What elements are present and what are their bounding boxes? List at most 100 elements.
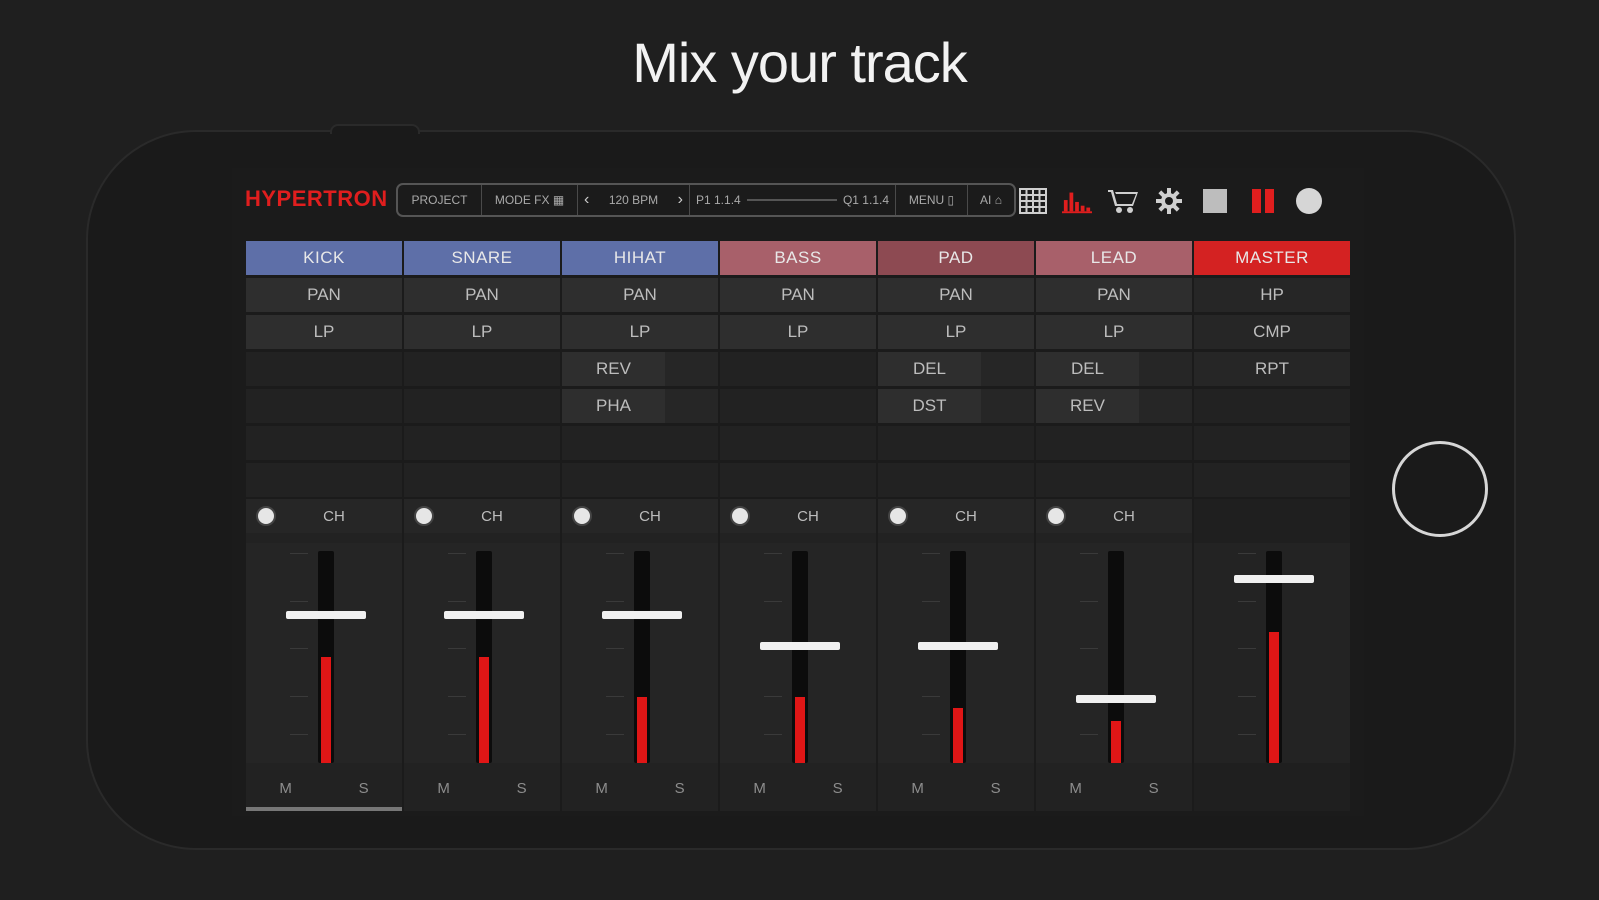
fx-slot-empty[interactable] — [720, 389, 876, 423]
mute-button[interactable]: M — [437, 780, 450, 797]
fx-slot-cmp[interactable]: CMP — [1194, 315, 1350, 349]
fx-slot-empty[interactable] — [404, 352, 560, 386]
solo-button[interactable]: S — [675, 780, 685, 797]
fx-slot-empty[interactable] — [878, 426, 1034, 460]
channel-label[interactable]: CH — [592, 508, 708, 525]
pan-knob[interactable] — [888, 506, 908, 526]
track-header-bass[interactable]: BASS — [720, 241, 876, 275]
fx-slot-empty[interactable] — [404, 463, 560, 497]
fx-slot-empty[interactable] — [562, 463, 718, 497]
solo-button[interactable]: S — [991, 780, 1001, 797]
solo-button[interactable]: S — [359, 780, 369, 797]
fx-slot-empty[interactable] — [1036, 463, 1192, 497]
fx-button-pan[interactable]: PAN — [404, 278, 560, 312]
position-scrubber[interactable]: P1 1.1.4 Q1 1.1.4 — [690, 185, 896, 215]
fx-slot-pan[interactable]: PAN — [1036, 278, 1192, 312]
mute-button[interactable]: M — [595, 780, 608, 797]
channel-label[interactable]: CH — [908, 508, 1024, 525]
fx-slot-del[interactable]: DEL — [878, 352, 1034, 386]
fx-button-rev[interactable]: REV — [562, 352, 665, 386]
fx-slot-rev[interactable]: REV — [1036, 389, 1192, 423]
fx-slot-empty[interactable] — [562, 426, 718, 460]
fx-slot-empty[interactable] — [1036, 426, 1192, 460]
mode-button[interactable]: MODE FX ▦ — [482, 185, 578, 215]
fx-slot-pan[interactable]: PAN — [404, 278, 560, 312]
position-track[interactable] — [746, 199, 837, 201]
fader-track[interactable] — [634, 551, 650, 763]
fx-slot-empty[interactable] — [404, 389, 560, 423]
fader-track[interactable] — [950, 551, 966, 763]
fx-button-dst[interactable]: DST — [878, 389, 981, 423]
fader-handle[interactable] — [444, 610, 524, 619]
fx-button-lp[interactable]: LP — [246, 315, 402, 349]
fader-handle[interactable] — [1076, 695, 1156, 704]
ai-button[interactable]: AI ⌂ — [968, 185, 1014, 215]
gear-icon[interactable] — [1154, 186, 1184, 216]
fx-slot-pan[interactable]: PAN — [562, 278, 718, 312]
grid-icon[interactable] — [1018, 186, 1048, 216]
channel-label[interactable]: CH — [750, 508, 866, 525]
fx-button-lp[interactable]: LP — [562, 315, 718, 349]
fx-slot-empty[interactable] — [720, 463, 876, 497]
fx-button-pan[interactable]: PAN — [878, 278, 1034, 312]
fx-slot-rpt[interactable]: RPT — [1194, 352, 1350, 386]
fx-slot-empty[interactable] — [1194, 463, 1350, 497]
fx-slot-del[interactable]: DEL — [1036, 352, 1192, 386]
fx-slot-empty[interactable] — [404, 426, 560, 460]
fader-handle[interactable] — [286, 610, 366, 619]
chevron-left-icon[interactable]: ‹ — [584, 191, 589, 209]
equalizer-icon[interactable] — [1062, 186, 1092, 216]
fx-slot-empty[interactable] — [1194, 426, 1350, 460]
pan-knob[interactable] — [414, 506, 434, 526]
fx-button-pha[interactable]: PHA — [562, 389, 665, 423]
cart-icon[interactable] — [1108, 186, 1138, 216]
stop-icon[interactable] — [1200, 186, 1230, 216]
menu-button[interactable]: MENU ▯ — [896, 185, 968, 215]
fx-slot-rev[interactable]: REV — [562, 352, 718, 386]
pan-knob[interactable] — [572, 506, 592, 526]
fx-button-lp[interactable]: LP — [404, 315, 560, 349]
fx-slot-empty[interactable] — [720, 352, 876, 386]
fx-button-lp[interactable]: LP — [878, 315, 1034, 349]
chevron-right-icon[interactable]: › — [678, 191, 683, 209]
fader-handle[interactable] — [918, 642, 998, 651]
record-icon[interactable] — [1294, 186, 1324, 216]
fx-slot-pan[interactable]: PAN — [720, 278, 876, 312]
fx-slot-empty[interactable] — [246, 389, 402, 423]
solo-button[interactable]: S — [1149, 780, 1159, 797]
solo-button[interactable]: S — [833, 780, 843, 797]
fx-button-rpt[interactable]: RPT — [1194, 352, 1350, 386]
mute-button[interactable]: M — [753, 780, 766, 797]
fx-slot-empty[interactable] — [246, 426, 402, 460]
fx-button-hp[interactable]: HP — [1194, 278, 1350, 312]
fx-slot-lp[interactable]: LP — [1036, 315, 1192, 349]
fader-handle[interactable] — [760, 642, 840, 651]
fx-slot-empty[interactable] — [720, 426, 876, 460]
solo-button[interactable]: S — [517, 780, 527, 797]
fx-button-pan[interactable]: PAN — [246, 278, 402, 312]
mute-button[interactable]: M — [1069, 780, 1082, 797]
fx-button-del[interactable]: DEL — [1036, 352, 1139, 386]
fader-track[interactable] — [792, 551, 808, 763]
fader-track[interactable] — [318, 551, 334, 763]
fx-slot-empty[interactable] — [246, 463, 402, 497]
channel-label[interactable]: CH — [276, 508, 392, 525]
fx-slot-lp[interactable]: LP — [404, 315, 560, 349]
fader-handle[interactable] — [1234, 574, 1314, 583]
fx-slot-pan[interactable]: PAN — [246, 278, 402, 312]
fx-button-rev[interactable]: REV — [1036, 389, 1139, 423]
track-header-lead[interactable]: LEAD — [1036, 241, 1192, 275]
track-header-hihat[interactable]: HIHAT — [562, 241, 718, 275]
fx-slot-empty[interactable] — [246, 352, 402, 386]
fx-button-lp[interactable]: LP — [720, 315, 876, 349]
project-button[interactable]: PROJECT — [398, 185, 482, 215]
mute-button[interactable]: M — [911, 780, 924, 797]
fx-slot-dst[interactable]: DST — [878, 389, 1034, 423]
mute-button[interactable]: M — [279, 780, 292, 797]
fx-slot-lp[interactable]: LP — [246, 315, 402, 349]
track-header-kick[interactable]: KICK — [246, 241, 402, 275]
fx-slot-empty[interactable] — [1194, 389, 1350, 423]
fx-slot-pha[interactable]: PHA — [562, 389, 718, 423]
bpm-control[interactable]: ‹ 120 BPM › — [578, 185, 690, 215]
fader-track[interactable] — [1266, 551, 1282, 763]
